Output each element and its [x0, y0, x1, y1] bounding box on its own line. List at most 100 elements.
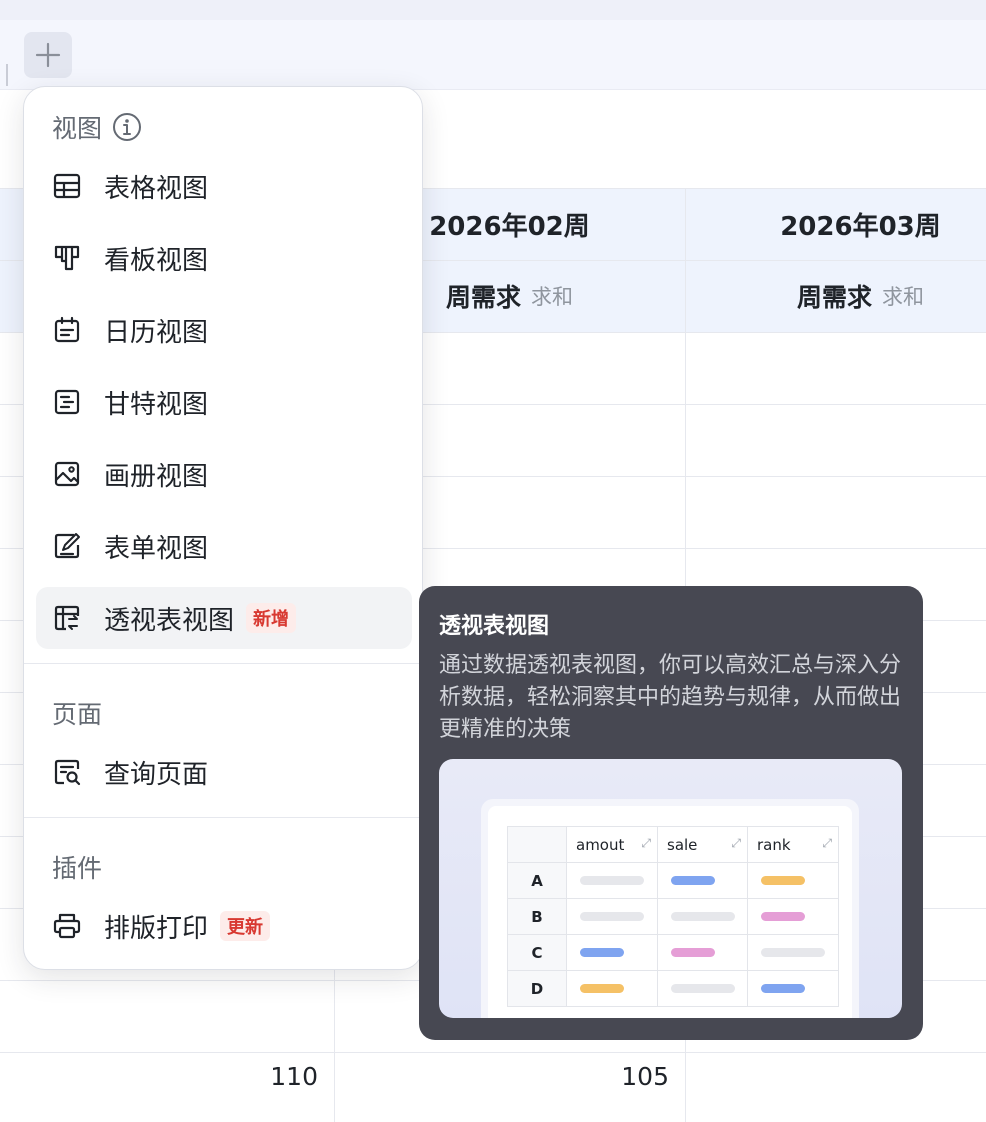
menu-item-form-view[interactable]: 表单视图: [36, 515, 412, 577]
preview-row-header: A: [507, 862, 567, 899]
preview-corner-cell: [507, 826, 567, 863]
menu-item-label: 查询页面: [104, 759, 209, 790]
menu-item-query-page[interactable]: 查询页面: [36, 741, 412, 803]
table-cell-value[interactable]: 105: [549, 1062, 669, 1091]
preview-bar: [761, 912, 805, 921]
preview-bar: [761, 948, 825, 957]
field-name: 周需求: [445, 283, 521, 312]
menu-divider: [24, 663, 422, 664]
preview-bar: [580, 876, 644, 885]
menu-item-label: 画册视图: [104, 461, 209, 492]
expand-icon: ⤢: [822, 835, 832, 850]
menu-group-title-pages: 页面: [52, 695, 102, 731]
table-icon: [52, 171, 82, 201]
expand-icon: ⤢: [731, 835, 741, 850]
preview-cell: [747, 970, 839, 1007]
group-title-text: 视图: [52, 114, 103, 143]
preview-row-header: B: [507, 898, 567, 935]
menu-item-label: 表格视图: [104, 173, 209, 204]
tooltip-description: 通过数据透视表视图，你可以高效汇总与深入分析数据，轻松洞察其中的趋势与规律，从而…: [439, 653, 902, 742]
menu-item-label: 排版打印: [104, 913, 209, 944]
menu-group-title-views: 视图: [52, 109, 142, 145]
preview-header-row: amout ⤢ sale ⤢ rank ⤢: [507, 826, 839, 863]
preview-row: D: [507, 970, 839, 1007]
preview-cell: [747, 898, 839, 935]
preview-bar: [580, 912, 644, 921]
menu-item-label: 甘特视图: [104, 389, 209, 420]
preview-cell: [657, 934, 748, 971]
preview-cell: [657, 898, 748, 935]
preview-cell: [747, 862, 839, 899]
field-name: 周需求: [796, 283, 872, 312]
printer-icon: [52, 911, 82, 941]
menu-item-pivot-table-view[interactable]: 透视表视图 新增: [36, 587, 412, 649]
new-badge: 新增: [246, 603, 297, 633]
menu-item-calendar-view[interactable]: 日历视图: [36, 299, 412, 361]
preview-cell: [747, 934, 839, 971]
calendar-icon: [52, 315, 82, 345]
menu-item-print-layout[interactable]: 排版打印 更新: [36, 895, 412, 957]
preview-bar: [761, 984, 805, 993]
gallery-icon: [52, 459, 82, 489]
menu-item-label: 日历视图: [104, 317, 209, 348]
preview-row: B: [507, 898, 839, 935]
preview-column-header: amout ⤢: [566, 826, 658, 863]
pivot-preview-image: amout ⤢ sale ⤢ rank ⤢ A B C D: [439, 759, 902, 1018]
menu-group-title-plugins: 插件: [52, 849, 102, 885]
preview-bar: [761, 876, 805, 885]
view-tab-bar: [0, 20, 986, 90]
kanban-icon: [52, 243, 82, 273]
aggregation-label: 求和: [882, 285, 924, 309]
preview-pivot-table: amout ⤢ sale ⤢ rank ⤢ A B C D: [507, 826, 839, 1007]
preview-cell: [566, 934, 658, 971]
pivot-table-icon: [52, 603, 82, 633]
preview-card: amout ⤢ sale ⤢ rank ⤢ A B C D: [481, 799, 859, 1018]
preview-cell: [566, 898, 658, 935]
plus-icon: [35, 42, 61, 68]
preview-card-inner: amout ⤢ sale ⤢ rank ⤢ A B C D: [488, 806, 852, 1018]
form-icon: [52, 531, 82, 561]
expand-icon: ⤢: [641, 835, 651, 850]
menu-item-label: 表单视图: [104, 533, 209, 564]
tab-separator: [6, 64, 8, 86]
menu-item-gantt-view[interactable]: 甘特视图: [36, 371, 412, 433]
grid-line: [0, 1052, 986, 1053]
preview-row-header: D: [507, 970, 567, 1007]
menu-item-label: 透视表视图: [104, 605, 235, 636]
menu-item-label: 看板视图: [104, 245, 209, 276]
preview-column-header: rank ⤢: [747, 826, 839, 863]
add-view-menu: 视图 表格视图 看板视图 日历视图 甘特视图 画册视图 表单视图 透视表视图 新…: [23, 86, 423, 970]
window-top-strip: [0, 0, 986, 20]
preview-bar: [580, 984, 624, 993]
preview-cell: [566, 862, 658, 899]
tooltip-title: 透视表视图: [439, 614, 550, 639]
preview-bar: [671, 984, 735, 993]
column-subheader-week03[interactable]: 周需求 求和: [685, 260, 986, 332]
menu-item-table-view[interactable]: 表格视图: [36, 155, 412, 217]
preview-cell: [657, 970, 748, 1007]
preview-bar: [580, 948, 624, 957]
group-title-text: 页面: [52, 700, 103, 729]
menu-item-gallery-view[interactable]: 画册视图: [36, 443, 412, 505]
preview-column-header: sale ⤢: [657, 826, 748, 863]
column-header-week03[interactable]: 2026年03周: [685, 188, 986, 260]
pivot-view-tooltip: 透视表视图 通过数据透视表视图，你可以高效汇总与深入分析数据，轻松洞察其中的趋势…: [419, 586, 923, 1040]
menu-divider: [24, 817, 422, 818]
preview-bar: [671, 912, 735, 921]
preview-row: C: [507, 934, 839, 971]
aggregation-label: 求和: [531, 285, 573, 309]
add-view-button[interactable]: [24, 32, 72, 78]
preview-row: A: [507, 862, 839, 899]
update-badge: 更新: [220, 911, 271, 941]
menu-item-kanban-view[interactable]: 看板视图: [36, 227, 412, 289]
preview-cell: [657, 862, 748, 899]
preview-bar: [671, 948, 715, 957]
info-icon[interactable]: [112, 112, 142, 142]
preview-cell: [566, 970, 658, 1007]
preview-row-header: C: [507, 934, 567, 971]
table-cell-value[interactable]: 110: [198, 1062, 318, 1091]
preview-bar: [671, 876, 715, 885]
query-page-icon: [52, 757, 82, 787]
gantt-icon: [52, 387, 82, 417]
group-title-text: 插件: [52, 854, 103, 883]
